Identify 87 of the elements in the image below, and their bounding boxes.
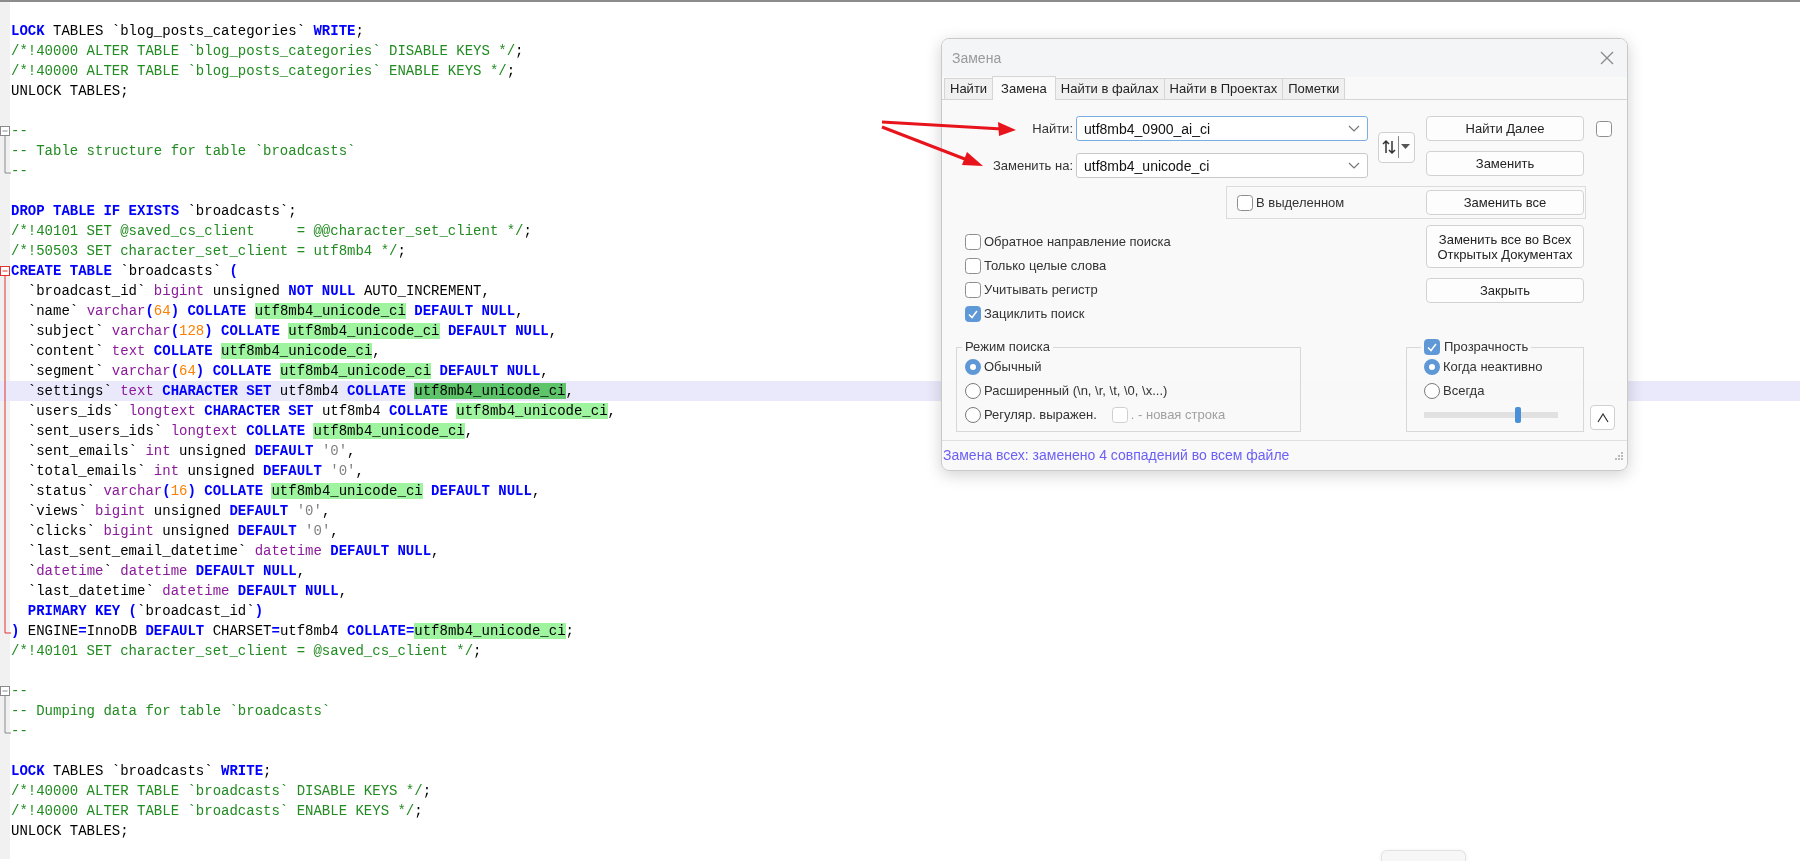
slider-thumb[interactable] (1514, 407, 1521, 423)
code-line: `sent_emails` int unsigned DEFAULT '0', (26, 442, 356, 461)
tab[interactable]: Пометки (1282, 78, 1346, 99)
swap-arrows-icon (1382, 139, 1396, 155)
checkbox[interactable] (1596, 120, 1612, 137)
option-label[interactable]: Всегда (1443, 381, 1485, 401)
close-icon (1599, 50, 1615, 66)
code-line: `settings` text CHARACTER SET utf8mb4 COLLATE utf8mb4_unicode_ci, (26, 382, 574, 401)
code-line: LOCK TABLES `blog_posts_categories` WRITE; (11, 22, 364, 41)
tab[interactable]: Найти (944, 78, 994, 99)
code-line: UNLOCK TABLES; (11, 82, 129, 101)
code-line: /*!40101 SET character_set_client = @saved_cs_client */; (11, 642, 482, 661)
dropdown-caret-icon[interactable] (1348, 125, 1360, 133)
radio-button[interactable] (965, 407, 981, 423)
dialog-title: Замена (952, 48, 1002, 68)
code-line: -- (11, 122, 28, 141)
code-line: -- Table structure for table `broadcasts` (11, 142, 356, 161)
code-line: `total_emails` int unsigned DEFAULT '0', (26, 462, 364, 481)
caret-icon (1398, 136, 1411, 158)
code-line: `clicks` bigint unsigned DEFAULT '0', (26, 522, 339, 541)
code-line: `name` varchar(64) COLLATE utf8mb4_unicode_ci DEFAULT NULL, (26, 302, 524, 321)
code-line: `segment` varchar(64) COLLATE utf8mb4_unicode_ci DEFAULT NULL, (26, 362, 549, 381)
code-line: `content` text COLLATE utf8mb4_unicode_ci, (26, 342, 381, 361)
radio-button[interactable] (965, 359, 981, 375)
option-label[interactable]: Когда неактивно (1443, 357, 1543, 377)
code-line: /*!50503 SET character_set_client = utf8mb4 */; (11, 242, 406, 261)
code-line: UNLOCK TABLES; (11, 822, 129, 841)
checkbox[interactable] (1237, 194, 1253, 211)
field-label: Заменить на: (992, 156, 1073, 175)
tab[interactable]: Замена (992, 76, 1056, 100)
status-text: Замена всех: заменено 4 совпадений во всем файле (943, 446, 1290, 465)
code-line: ) ENGINE=InnoDB DEFAULT CHARSET=utf8mb4 COLLATE=utf8mb4_unicode_ci; (11, 622, 574, 641)
code-line: `datetime` datetime DEFAULT NULL, (26, 562, 306, 581)
code-line: `status` varchar(16) COLLATE utf8mb4_unicode_ci DEFAULT NULL, (26, 482, 541, 501)
tab[interactable]: Найти в файлах (1054, 78, 1165, 99)
close-dialog-button[interactable]: Закрыть (1426, 278, 1584, 303)
code-line: /*!40000 ALTER TABLE `blog_posts_categories` DISABLE KEYS */; (11, 42, 524, 61)
code-line: -- (11, 682, 28, 701)
code-line: -- (11, 162, 28, 181)
checkbox[interactable] (965, 234, 981, 250)
option-label[interactable]: Зациклить поиск (984, 304, 1085, 324)
code-line: PRIMARY KEY (`broadcast_id`) (26, 602, 264, 621)
collapse-button[interactable] (1590, 405, 1615, 430)
swap-direction-button[interactable] (1378, 131, 1415, 163)
radio-button[interactable] (1424, 383, 1440, 399)
checkbox[interactable] (1424, 339, 1440, 355)
option-label[interactable]: Обычный (984, 357, 1042, 377)
code-line: `last_datetime` datetime DEFAULT NULL, (26, 582, 348, 601)
code-line: `sent_users_ids` longtext COLLATE utf8mb4_unicode_ci, (26, 422, 474, 441)
group-title: Режим поиска (964, 339, 1051, 355)
dropdown-caret-icon[interactable] (1348, 162, 1360, 170)
chevron-up-icon (1596, 412, 1609, 423)
code-line: /*!40000 ALTER TABLE `blog_posts_categories` ENABLE KEYS */; (11, 62, 516, 81)
code-line: `broadcast_id` bigint unsigned NOT NULL AUTO_INCREMENT, (26, 282, 490, 301)
replace-all-documents-button[interactable]: Заменить все во Всех Открытых Документах (1426, 225, 1584, 268)
code-line: DROP TABLE IF EXISTS `broadcasts`; (11, 202, 297, 221)
code-line: /*!40000 ALTER TABLE `broadcasts` DISABLE KEYS */; (11, 782, 432, 801)
code-line: `subject` varchar(128) COLLATE utf8mb4_unicode_ci DEFAULT NULL, (26, 322, 558, 341)
code-line: /*!40000 ALTER TABLE `broadcasts` ENABLE KEYS */; (11, 802, 423, 821)
replace-all-button[interactable]: Заменить все (1426, 190, 1584, 215)
radio-button[interactable] (1424, 359, 1440, 375)
dialog.replace-field[interactable]: utf8mb4_unicode_ci (1076, 153, 1368, 178)
code-line: CREATE TABLE `broadcasts` ( (11, 262, 238, 281)
resize-grip-icon[interactable] (1615, 451, 1623, 460)
code-line: /*!40101 SET @saved_cs_client = @@character_set_client */; (11, 222, 532, 241)
option-label[interactable]: Расширенный (\n, \r, \t, \0, \x...) (984, 381, 1168, 401)
checkbox[interactable] (965, 258, 981, 274)
code-line: `views` bigint unsigned DEFAULT '0', (26, 502, 331, 521)
option-label[interactable]: Прозрачность (1444, 339, 1529, 355)
code-line: -- Dumping data for table `broadcasts` (11, 702, 331, 721)
code-line: LOCK TABLES `broadcasts` WRITE; (11, 762, 272, 781)
code-line: `last_sent_email_datetime` datetime DEFAULT NULL, (26, 542, 440, 561)
field-label: Найти: (1032, 119, 1073, 138)
tab[interactable]: Найти в Проектах (1163, 78, 1284, 99)
option-label[interactable]: В выделенном (1256, 192, 1345, 213)
checkbox[interactable] (965, 282, 981, 298)
checkbox[interactable] (965, 306, 981, 322)
radio-button[interactable] (965, 383, 981, 399)
option-label[interactable]: Только целые слова (984, 256, 1107, 276)
option-label[interactable]: Регуляр. выражен. (984, 405, 1097, 425)
find-next-button[interactable]: Найти Далее (1426, 116, 1584, 141)
option-label[interactable]: Учитывать регистр (984, 280, 1098, 300)
replace-button[interactable]: Заменить (1426, 151, 1584, 176)
option-label[interactable]: Обратное направление поиска (984, 232, 1171, 252)
code-line: -- (11, 722, 28, 741)
code-line: `users_ids` longtext CHARACTER SET utf8mb4 COLLATE utf8mb4_unicode_ci, (26, 402, 616, 421)
dialog.find-field[interactable]: utf8mb4_0900_ai_ci (1076, 116, 1368, 141)
